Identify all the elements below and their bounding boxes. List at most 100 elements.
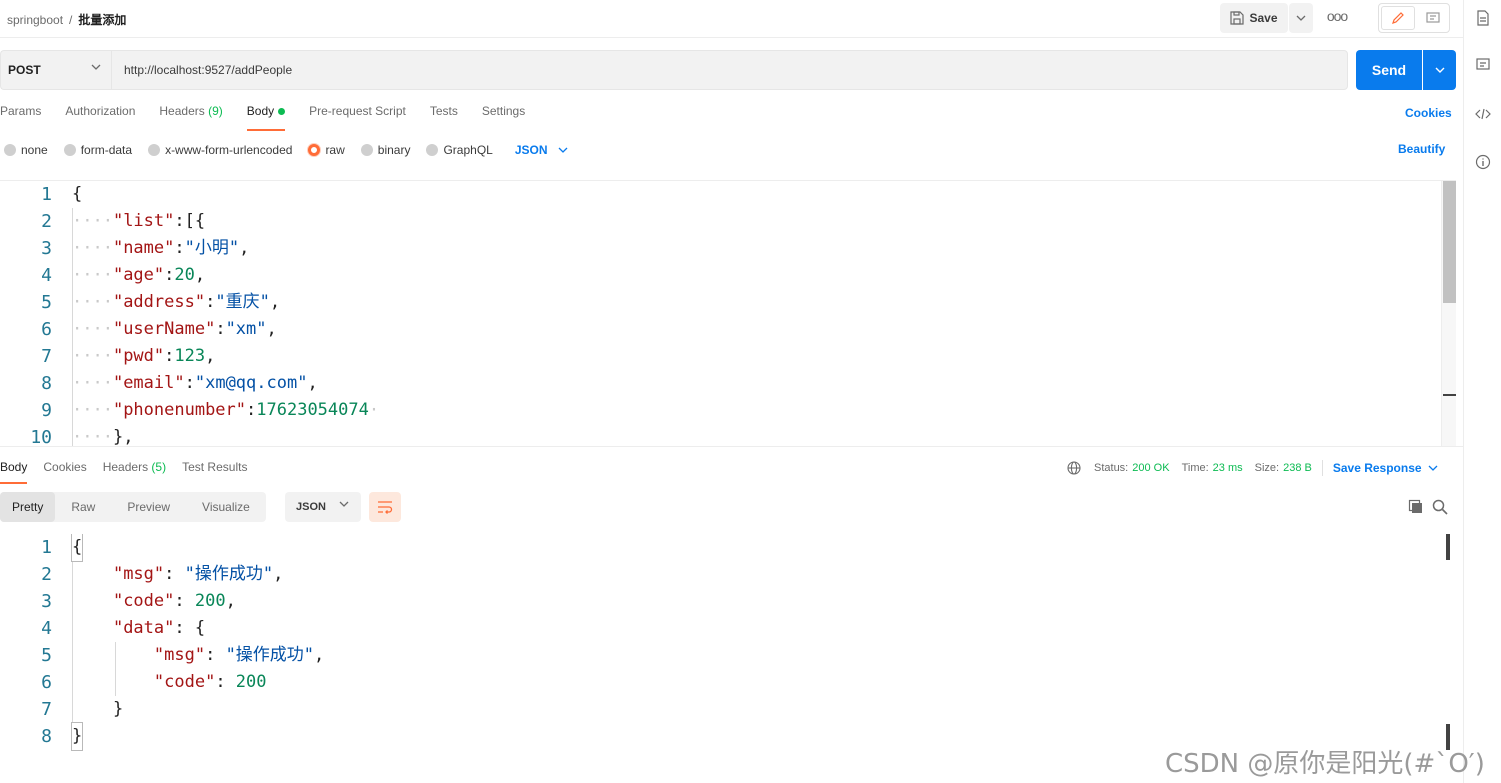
comments-icon[interactable] [1475, 57, 1491, 73]
response-format-value: JSON [296, 501, 326, 513]
radio-form-data[interactable]: form-data [63, 143, 133, 157]
scrollbar-cursor-marker [1443, 394, 1456, 396]
request-header-bar: springboot / 批量添加 Save ooo [0, 0, 1463, 38]
response-format-select[interactable]: JSON [285, 492, 361, 522]
json-key: "phonenumber" [112, 400, 247, 420]
view-preview[interactable]: Preview [111, 492, 186, 522]
response-scrollbar[interactable] [1444, 534, 1452, 750]
code-token: { [194, 618, 206, 638]
more-actions-button[interactable]: ooo [1325, 8, 1349, 28]
copy-icon[interactable] [1408, 499, 1424, 515]
view-pretty[interactable]: Pretty [0, 492, 56, 522]
radio-binary[interactable]: binary [360, 143, 411, 157]
chevron-down-icon [1428, 465, 1438, 471]
save-options-button[interactable] [1289, 3, 1313, 33]
resp-tab-headers-count: (5) [151, 460, 167, 474]
breadcrumb-separator: / [69, 13, 73, 27]
line-number: 2 [41, 211, 52, 232]
save-response-button[interactable]: Save Response [1333, 461, 1438, 475]
radio-raw[interactable]: raw [308, 143, 345, 157]
tab-prerequest-script[interactable]: Pre-request Script [309, 104, 406, 130]
doc-mode-button[interactable] [1417, 4, 1449, 32]
body-type-selector: none form-data x-www-form-urlencoded raw… [4, 142, 568, 158]
json-key: "userName" [112, 319, 216, 339]
line-number: 3 [41, 238, 52, 259]
documentation-icon[interactable] [1475, 10, 1491, 26]
line-number: 7 [41, 699, 52, 720]
tab-headers[interactable]: Headers (9) [159, 104, 222, 130]
wrap-text-icon [378, 501, 393, 514]
json-key: "list" [112, 211, 175, 231]
line-number: 7 [41, 346, 52, 367]
editor-scrollbar[interactable] [1441, 181, 1456, 446]
cookies-link[interactable]: Cookies [1405, 106, 1452, 120]
radio-graphql[interactable]: GraphQL [426, 143, 493, 157]
tab-authorization[interactable]: Authorization [65, 104, 135, 130]
chevron-down-icon [1435, 67, 1444, 73]
search-icon[interactable] [1432, 499, 1448, 515]
view-visualize[interactable]: Visualize [186, 492, 266, 522]
scrollbar-marker [1446, 534, 1450, 560]
save-button[interactable]: Save [1220, 3, 1288, 33]
chevron-down-icon [339, 501, 349, 507]
json-key: "email" [112, 373, 185, 393]
chevron-down-icon [558, 147, 567, 153]
resp-tab-headers[interactable]: Headers (5) [103, 460, 166, 484]
status-value[interactable]: 200 OK [1132, 462, 1169, 474]
request-body-editor[interactable]: 1{ 2 ····"list":[{ 3 ····"name":"小明", 4 ···… [0, 180, 1456, 446]
radio-circle [360, 144, 373, 156]
radio-urlencoded[interactable]: x-www-form-urlencoded [148, 143, 292, 157]
scrollbar-thumb[interactable] [1443, 181, 1456, 303]
radio-none[interactable]: none [4, 143, 48, 157]
tab-params[interactable]: Params [0, 104, 41, 130]
time-value[interactable]: 23 ms [1213, 462, 1243, 474]
time-label: Time: [1181, 462, 1209, 474]
json-string: "重庆" [215, 292, 270, 312]
json-string: "小明" [184, 238, 240, 258]
tab-tests[interactable]: Tests [430, 104, 458, 130]
json-number: 200 [194, 591, 226, 611]
breadcrumb-request-name[interactable]: 批量添加 [78, 13, 126, 27]
tab-headers-label: Headers [159, 104, 205, 118]
edit-mode-button[interactable] [1381, 6, 1415, 30]
size-label: Size: [1254, 462, 1280, 474]
raw-format-select[interactable]: JSON [515, 143, 568, 157]
line-number: 6 [41, 672, 52, 693]
view-raw[interactable]: Raw [55, 492, 111, 522]
view-mode-toggle[interactable] [1378, 3, 1450, 33]
method-select[interactable]: POST [0, 50, 111, 90]
json-key: "address" [112, 292, 206, 312]
json-number: 123 [174, 346, 206, 366]
line-number: 6 [41, 319, 52, 340]
save-response-label: Save Response [1332, 461, 1422, 475]
resp-tab-cookies[interactable]: Cookies [43, 460, 86, 484]
url-input[interactable]: http://localhost:9527/addPeople [111, 50, 1348, 90]
radio-circle [148, 144, 161, 156]
globe-icon[interactable] [1067, 461, 1081, 475]
json-string: "操作成功" [225, 645, 315, 665]
resp-tab-body[interactable]: Body [0, 460, 28, 484]
matched-bracket: { [70, 534, 84, 562]
resp-tab-test-results[interactable]: Test Results [182, 460, 247, 484]
save-icon [1230, 11, 1245, 25]
wrap-lines-button[interactable] [369, 492, 401, 522]
line-number: 5 [41, 645, 52, 666]
tab-settings[interactable]: Settings [482, 104, 525, 130]
size-value[interactable]: 238 B [1283, 462, 1312, 474]
json-key: "name" [112, 238, 175, 258]
radio-label: binary [377, 143, 411, 157]
json-key: "pwd" [112, 346, 165, 366]
info-icon[interactable] [1475, 154, 1491, 170]
line-number: 9 [41, 400, 52, 421]
send-options-button[interactable] [1423, 50, 1456, 90]
beautify-button[interactable]: Beautify [1398, 142, 1445, 156]
line-number: 1 [41, 184, 52, 205]
breadcrumb-collection[interactable]: springboot [7, 13, 63, 27]
code-icon[interactable] [1475, 106, 1491, 122]
send-button[interactable]: Send [1356, 50, 1422, 90]
response-pane-divider[interactable] [0, 446, 1463, 452]
tab-body[interactable]: Body [246, 104, 286, 131]
json-string: "操作成功" [184, 564, 274, 584]
resp-tab-headers-label: Headers [102, 460, 149, 474]
radio-label: form-data [80, 143, 133, 157]
